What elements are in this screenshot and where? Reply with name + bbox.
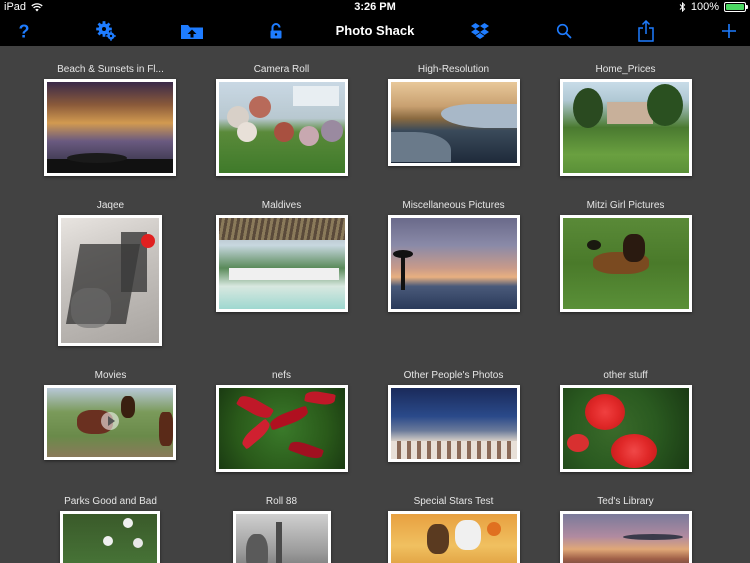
album-tile[interactable]: Maldives bbox=[196, 199, 367, 312]
album-title: Jaqee bbox=[96, 200, 125, 211]
album-tile[interactable]: High-Resolution bbox=[368, 63, 539, 166]
search-icon bbox=[556, 23, 572, 39]
help-button[interactable]: ? bbox=[12, 19, 36, 43]
lock-button[interactable] bbox=[264, 19, 288, 43]
album-thumbnail[interactable] bbox=[216, 385, 348, 472]
album-title: Home_Prices bbox=[595, 64, 656, 75]
unlocked-padlock-icon bbox=[270, 23, 282, 39]
album-thumbnail[interactable] bbox=[560, 511, 692, 563]
album-grid: Beach & Sunsets in Fl... Camera Roll Hig… bbox=[0, 46, 750, 563]
album-thumbnail[interactable] bbox=[560, 215, 692, 312]
album-title: High-Resolution bbox=[417, 64, 490, 75]
album-title: Maldives bbox=[261, 200, 302, 211]
album-thumbnail[interactable] bbox=[560, 79, 692, 176]
album-tile[interactable]: Ted's Library bbox=[540, 495, 711, 563]
album-tile[interactable]: Other People's Photos bbox=[368, 369, 539, 462]
album-thumbnail[interactable] bbox=[560, 385, 692, 472]
album-tile[interactable]: Camera Roll bbox=[196, 63, 367, 176]
nav-bar: ? Photo Shack bbox=[0, 16, 750, 46]
album-thumbnail[interactable] bbox=[60, 511, 160, 563]
album-tile[interactable]: Jaqee bbox=[25, 199, 196, 346]
album-thumbnail[interactable] bbox=[233, 511, 331, 563]
album-title: other stuff bbox=[603, 370, 648, 381]
album-title: Ted's Library bbox=[597, 496, 654, 507]
album-title: Special Stars Test bbox=[413, 496, 494, 507]
album-tile[interactable]: Roll 88 bbox=[196, 495, 367, 563]
album-tile[interactable]: Movies bbox=[25, 369, 196, 460]
battery-percent: 100% bbox=[690, 1, 719, 13]
status-time: 3:26 PM bbox=[354, 1, 396, 13]
status-bar: iPad 3:26 PM 100% bbox=[0, 0, 750, 16]
album-title: Beach & Sunsets in Fl... bbox=[57, 64, 164, 75]
album-title: nefs bbox=[272, 370, 291, 381]
album-tile[interactable]: Mitzi Girl Pictures bbox=[540, 199, 711, 312]
album-thumbnail[interactable] bbox=[388, 385, 520, 462]
svg-text:?: ? bbox=[19, 22, 30, 40]
album-tile[interactable]: Beach & Sunsets in Fl... bbox=[25, 63, 196, 176]
question-mark-icon: ? bbox=[19, 22, 30, 40]
settings-button[interactable] bbox=[94, 19, 118, 43]
album-thumbnail[interactable] bbox=[388, 79, 520, 166]
album-thumbnail[interactable] bbox=[388, 511, 520, 563]
import-button[interactable] bbox=[180, 19, 204, 43]
search-button[interactable] bbox=[552, 19, 576, 43]
album-tile[interactable]: other stuff bbox=[540, 369, 711, 472]
album-title: Miscellaneous Pictures bbox=[402, 200, 505, 211]
album-title: Parks Good and Bad bbox=[64, 496, 157, 507]
album-thumbnail[interactable] bbox=[44, 385, 176, 460]
album-tile[interactable]: Home_Prices bbox=[540, 63, 711, 176]
album-tile[interactable]: Special Stars Test bbox=[368, 495, 539, 563]
album-thumbnail[interactable] bbox=[216, 79, 348, 176]
album-tile[interactable]: Parks Good and Bad bbox=[25, 495, 196, 563]
folder-upload-icon bbox=[181, 25, 203, 39]
album-title: Mitzi Girl Pictures bbox=[586, 200, 665, 211]
album-thumbnail[interactable] bbox=[44, 79, 176, 176]
dropbox-icon bbox=[471, 23, 489, 39]
album-thumbnail[interactable] bbox=[58, 215, 162, 346]
album-tile[interactable]: nefs bbox=[196, 369, 367, 472]
gear-icon bbox=[96, 21, 116, 41]
album-title: Other People's Photos bbox=[403, 370, 504, 381]
dropbox-button[interactable] bbox=[468, 19, 492, 43]
album-thumbnail[interactable] bbox=[388, 215, 520, 312]
album-title: Roll 88 bbox=[265, 496, 298, 507]
share-button[interactable] bbox=[634, 19, 658, 43]
status-right: 100% bbox=[679, 1, 748, 13]
album-tile[interactable]: Miscellaneous Pictures bbox=[368, 199, 539, 312]
album-thumbnail[interactable] bbox=[216, 215, 348, 312]
album-title: Camera Roll bbox=[253, 64, 310, 75]
add-button[interactable] bbox=[717, 19, 741, 43]
share-icon bbox=[638, 20, 654, 42]
bluetooth-icon bbox=[679, 2, 686, 12]
plus-icon bbox=[722, 24, 736, 38]
album-title: Movies bbox=[94, 370, 127, 381]
battery-icon bbox=[724, 2, 748, 12]
